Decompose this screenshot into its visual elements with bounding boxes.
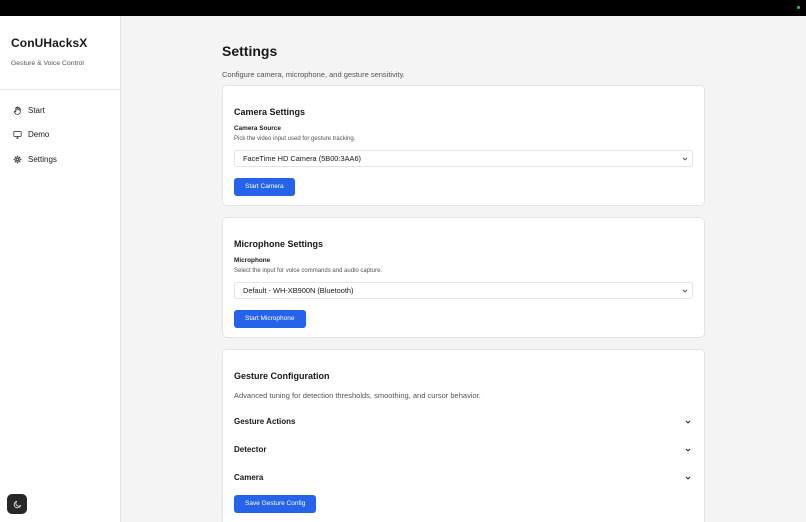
sidebar: ConUHacksX Gesture & Voice Control Start… bbox=[0, 16, 121, 522]
camera-settings-card: Camera Settings Camera Source Pick the v… bbox=[222, 85, 705, 206]
accordion-detector[interactable]: Detector bbox=[234, 445, 693, 454]
microphone-settings-card: Microphone Settings Microphone Select th… bbox=[222, 217, 705, 338]
field-hint: Pick the video input used for gesture tr… bbox=[234, 136, 356, 142]
hand-icon bbox=[13, 106, 21, 115]
card-title: Camera Settings bbox=[234, 107, 306, 117]
accordion-label: Camera bbox=[234, 473, 264, 482]
brand-title: ConUHacksX bbox=[11, 36, 88, 50]
chevron-down-icon bbox=[685, 476, 691, 479]
page-subtitle: Configure camera, microphone, and gestur… bbox=[222, 70, 405, 79]
top-bar bbox=[0, 0, 806, 16]
sidebar-item-demo[interactable]: Demo bbox=[0, 123, 120, 148]
sidebar-item-start[interactable]: Start bbox=[0, 98, 120, 123]
accordion-camera[interactable]: Camera bbox=[234, 473, 693, 482]
page-title: Settings bbox=[222, 43, 278, 59]
chevron-down-icon bbox=[682, 157, 688, 160]
accordion-label: Gesture Actions bbox=[234, 417, 296, 426]
theme-toggle-button[interactable] bbox=[7, 494, 27, 514]
start-camera-button[interactable]: Start Camera bbox=[234, 177, 295, 196]
card-subtitle: Advanced tuning for detection thresholds… bbox=[234, 391, 481, 400]
start-microphone-button[interactable]: Start Microphone bbox=[234, 309, 306, 328]
sidebar-nav: Start Demo Settings bbox=[0, 90, 120, 172]
chevron-down-icon bbox=[685, 420, 691, 423]
select-value: Default - WH-XB900N (Bluetooth) bbox=[243, 286, 354, 295]
moon-icon bbox=[13, 500, 21, 508]
select-value: FaceTime HD Camera (5B00:3AA6) bbox=[243, 154, 362, 163]
field-hint: Select the input for voice commands and … bbox=[234, 268, 383, 274]
sidebar-item-label: Demo bbox=[28, 130, 50, 140]
accordion-gesture-actions[interactable]: Gesture Actions bbox=[234, 417, 693, 426]
chevron-down-icon bbox=[685, 448, 691, 451]
monitor-icon bbox=[13, 131, 22, 139]
gear-icon bbox=[13, 155, 22, 164]
sidebar-item-label: Start bbox=[28, 105, 45, 115]
chevron-down-icon bbox=[682, 289, 688, 292]
card-title: Microphone Settings bbox=[234, 239, 324, 249]
gesture-configuration-card: Gesture Configuration Advanced tuning fo… bbox=[222, 349, 705, 522]
sidebar-item-settings[interactable]: Settings bbox=[0, 147, 120, 172]
sidebar-item-label: Settings bbox=[28, 154, 57, 164]
brand: ConUHacksX Gesture & Voice Control bbox=[0, 16, 120, 90]
accordion-label: Detector bbox=[234, 445, 267, 454]
card-title: Gesture Configuration bbox=[234, 371, 330, 381]
field-label: Camera Source bbox=[234, 125, 281, 132]
status-dot bbox=[797, 6, 800, 9]
field-label: Microphone bbox=[234, 257, 271, 264]
main-content: Settings Configure camera, microphone, a… bbox=[222, 16, 706, 522]
camera-source-select[interactable]: FaceTime HD Camera (5B00:3AA6) bbox=[234, 150, 693, 167]
save-gesture-config-button[interactable]: Save Gesture Config bbox=[234, 494, 317, 513]
microphone-select[interactable]: Default - WH-XB900N (Bluetooth) bbox=[234, 282, 693, 299]
brand-subtitle: Gesture & Voice Control bbox=[11, 60, 84, 67]
